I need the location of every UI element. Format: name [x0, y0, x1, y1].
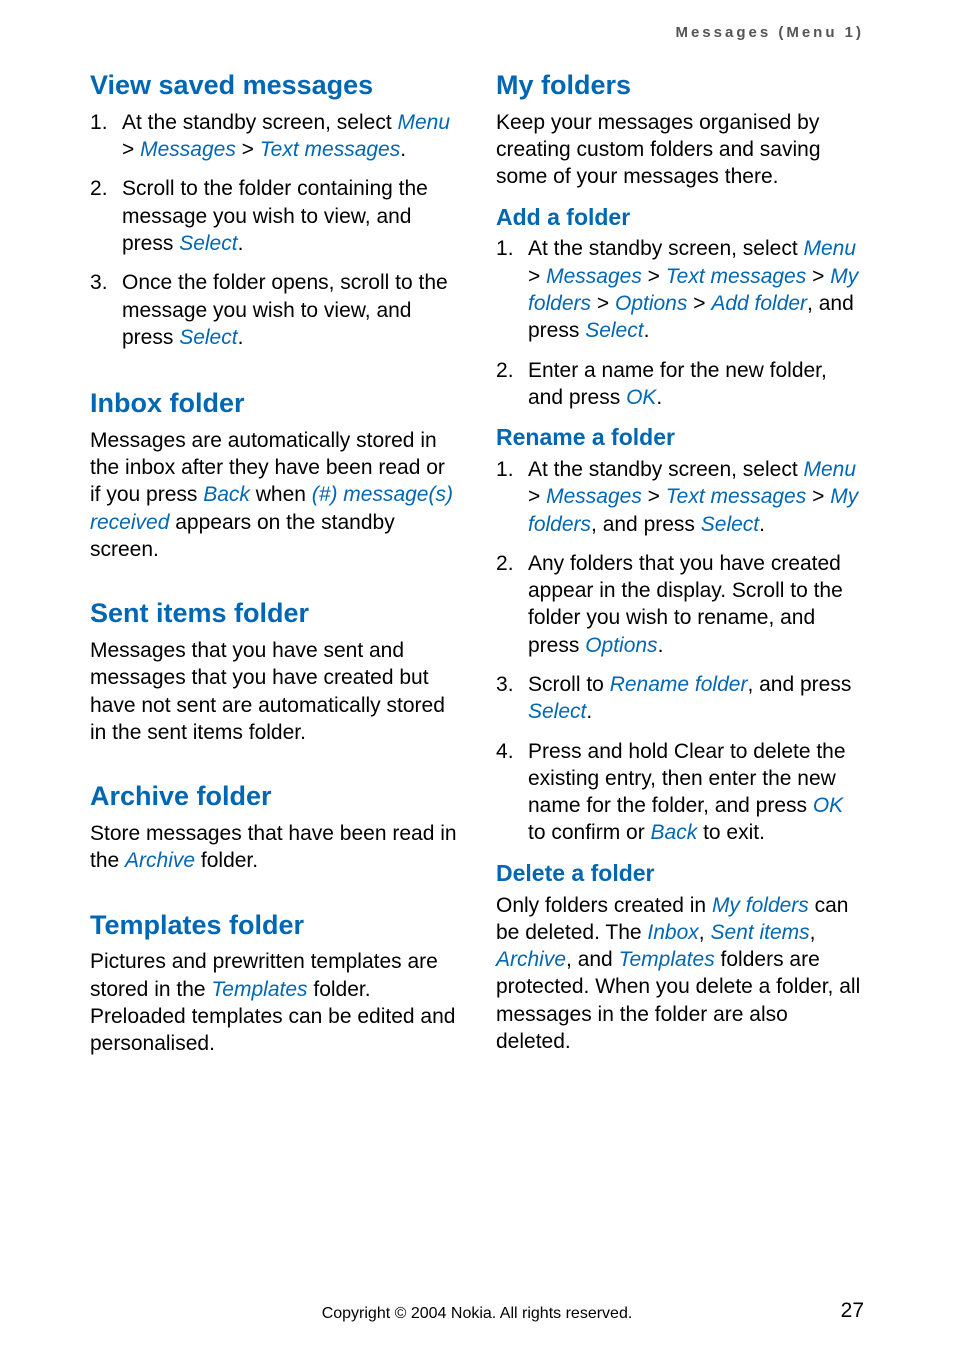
sep: >: [242, 138, 254, 161]
page-footer: Copyright © 2004 Nokia. All rights reser…: [0, 1305, 954, 1323]
ui-options: Options: [615, 292, 687, 315]
ui-text-messages: Text messages: [666, 485, 806, 508]
step-text: Scroll to: [528, 673, 610, 696]
heading-delete-folder: Delete a folder: [496, 859, 864, 888]
heading-add-folder: Add a folder: [496, 203, 864, 232]
text: to confirm or: [528, 821, 651, 844]
ui-back: Back: [651, 821, 698, 844]
text: , and: [566, 948, 619, 971]
sep: >: [648, 485, 660, 508]
steps-add-folder: At the standby screen, select Menu > Mes…: [496, 235, 864, 411]
text: when: [250, 483, 312, 506]
paragraph-archive: Store messages that have been read in th…: [90, 820, 458, 875]
ui-select: Select: [701, 513, 759, 536]
list-item: Press and hold Clear to delete the exist…: [496, 738, 864, 847]
ui-inbox: Inbox: [647, 921, 698, 944]
ui-templates: Templates: [211, 978, 307, 1001]
ui-archive: Archive: [125, 849, 195, 872]
step-text: At the standby screen, select: [122, 111, 397, 134]
ui-select: Select: [528, 700, 586, 723]
ui-add-folder: Add folder: [711, 292, 807, 315]
step-text: Enter a name for the new folder, and pre…: [528, 359, 827, 409]
heading-archive-folder: Archive folder: [90, 780, 458, 814]
list-item: Scroll to Rename folder, and press Selec…: [496, 671, 864, 726]
ui-text-messages: Text messages: [666, 265, 806, 288]
ui-messages: Messages: [546, 485, 642, 508]
ui-menu: Menu: [803, 458, 856, 481]
list-item: Once the folder opens, scroll to the mes…: [90, 269, 458, 351]
ui-messages: Messages: [140, 138, 236, 161]
sep: >: [648, 265, 660, 288]
heading-rename-folder: Rename a folder: [496, 423, 864, 452]
list-item: Scroll to the folder containing the mess…: [90, 175, 458, 257]
step-text: Once the folder opens, scroll to the mes…: [122, 271, 448, 349]
sep: >: [812, 485, 824, 508]
ui-ok: OK: [813, 794, 843, 817]
list-item: At the standby screen, select Menu > Mes…: [496, 235, 864, 344]
step-text: Scroll to the folder containing the mess…: [122, 177, 428, 255]
ui-templates: Templates: [619, 948, 715, 971]
sep: >: [528, 265, 540, 288]
ui-select: Select: [585, 319, 643, 342]
text: , and press: [747, 673, 851, 696]
paragraph-sent: Messages that you have sent and messages…: [90, 637, 458, 746]
text: , and press: [591, 513, 701, 536]
sep: >: [597, 292, 609, 315]
ui-rename-folder: Rename folder: [610, 673, 748, 696]
heading-templates-folder: Templates folder: [90, 909, 458, 943]
sep: >: [812, 265, 824, 288]
right-column: My folders Keep your messages organised …: [496, 59, 864, 1068]
list-item: Any folders that you have created appear…: [496, 550, 864, 659]
sep: >: [693, 292, 705, 315]
paragraph-inbox: Messages are automatically stored in the…: [90, 427, 458, 563]
ui-my-folders: My folders: [712, 894, 809, 917]
ui-messages: Messages: [546, 265, 642, 288]
page-content: Messages (Menu 1) View saved messages At…: [0, 0, 954, 1068]
ui-select: Select: [179, 232, 237, 255]
heading-sent-items: Sent items folder: [90, 597, 458, 631]
page-number: 27: [841, 1299, 864, 1323]
list-item: At the standby screen, select Menu > Mes…: [90, 109, 458, 164]
text: folder.: [195, 849, 258, 872]
ui-select: Select: [179, 326, 237, 349]
ui-menu: Menu: [397, 111, 450, 134]
left-column: View saved messages At the standby scree…: [90, 59, 458, 1068]
heading-view-saved: View saved messages: [90, 69, 458, 103]
paragraph-delete-folder: Only folders created in My folders can b…: [496, 892, 864, 1056]
heading-my-folders: My folders: [496, 69, 864, 103]
text: to exit.: [697, 821, 765, 844]
text: Only folders created in: [496, 894, 712, 917]
heading-inbox-folder: Inbox folder: [90, 387, 458, 421]
running-header: Messages (Menu 1): [90, 24, 864, 41]
copyright-text: Copyright © 2004 Nokia. All rights reser…: [322, 1305, 633, 1322]
text: ,: [699, 921, 711, 944]
text: ,: [810, 921, 816, 944]
sep: >: [528, 485, 540, 508]
list-item: At the standby screen, select Menu > Mes…: [496, 456, 864, 538]
list-item: Enter a name for the new folder, and pre…: [496, 357, 864, 412]
step-text: At the standby screen, select: [528, 237, 803, 260]
ui-back: Back: [203, 483, 250, 506]
two-column-layout: View saved messages At the standby scree…: [90, 59, 864, 1068]
steps-rename-folder: At the standby screen, select Menu > Mes…: [496, 456, 864, 847]
ui-menu: Menu: [803, 237, 856, 260]
ui-ok: OK: [626, 386, 656, 409]
step-text: Any folders that you have created appear…: [528, 552, 843, 657]
step-text: At the standby screen, select: [528, 458, 803, 481]
paragraph-templates: Pictures and prewritten templates are st…: [90, 948, 458, 1057]
ui-options: Options: [585, 634, 657, 657]
sep: >: [122, 138, 134, 161]
paragraph-my-folders: Keep your messages organised by creating…: [496, 109, 864, 191]
steps-view-saved: At the standby screen, select Menu > Mes…: [90, 109, 458, 351]
ui-archive: Archive: [496, 948, 566, 971]
step-text: Press and hold Clear to delete the exist…: [528, 740, 846, 818]
ui-text-messages: Text messages: [260, 138, 400, 161]
ui-sent-items: Sent items: [710, 921, 809, 944]
